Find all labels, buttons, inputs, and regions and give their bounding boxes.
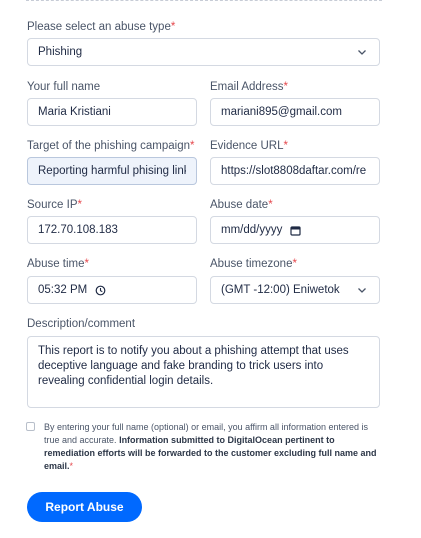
evidence-url-input[interactable]: https://slot8808daftar.com/re [210, 157, 380, 185]
consent-text: By entering your full name (optional) or… [44, 422, 377, 471]
abuse-type-label: Please select an abuse type* [27, 21, 176, 33]
abuse-timezone-select[interactable]: (GMT -12:00) Eniwetok [210, 276, 380, 304]
report-abuse-button[interactable]: Report Abuse [27, 492, 142, 522]
email-label: Email Address* [210, 81, 288, 93]
abuse-time-label: Abuse time* [27, 258, 90, 270]
email-input[interactable]: mariani895@gmail.com [210, 98, 380, 126]
abuse-time-input[interactable]: 05:32 PM [27, 276, 197, 304]
target-label: Target of the phishing campaign* [27, 140, 195, 152]
abuse-timezone-label: Abuse timezone* [210, 258, 297, 270]
calendar-icon[interactable] [290, 225, 301, 236]
abuse-type-select[interactable]: Phishing [27, 38, 380, 66]
consent-checkbox[interactable] [26, 422, 35, 431]
full-name-label: Your full name [27, 81, 101, 93]
abuse-type-value: Phishing [38, 46, 83, 58]
chevron-down-icon [358, 288, 366, 293]
full-name-input[interactable]: Maria Kristiani [27, 98, 197, 126]
target-input[interactable]: Reporting harmful phising link [27, 157, 197, 185]
source-ip-label: Source IP* [27, 199, 82, 211]
abuse-date-label: Abuse date* [210, 199, 273, 211]
clock-icon[interactable] [95, 285, 106, 296]
description-label: Description/comment [27, 318, 136, 330]
abuse-date-input[interactable]: mm/dd/yyyy [210, 216, 380, 244]
chevron-down-icon [358, 50, 366, 55]
evidence-url-label: Evidence URL* [210, 140, 288, 152]
description-textarea[interactable]: This report is to notify you about a phi… [27, 336, 380, 408]
top-divider [26, 0, 382, 1]
source-ip-input[interactable]: 172.70.108.183 [27, 216, 197, 244]
